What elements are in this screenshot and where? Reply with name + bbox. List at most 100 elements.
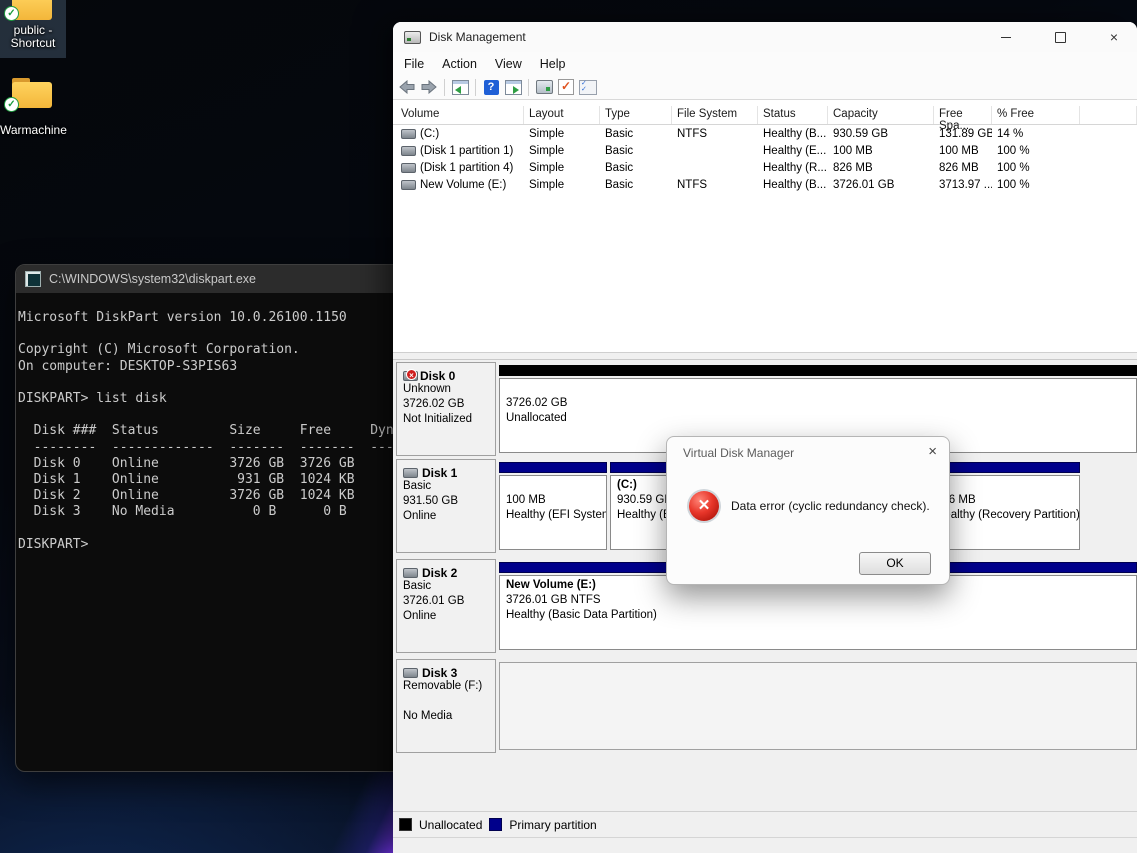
maximize-button[interactable] xyxy=(1037,22,1083,52)
cell-fs: NTFS xyxy=(672,128,758,140)
cell-type: Basic xyxy=(600,179,672,191)
primary-band xyxy=(929,462,1080,473)
close-button[interactable]: × xyxy=(1091,22,1137,52)
cell-capacity: 100 MB xyxy=(828,145,934,157)
pane-splitter[interactable] xyxy=(393,352,1137,360)
region-size: 100 MB xyxy=(506,494,606,509)
dm-title-bar[interactable]: Disk Management × xyxy=(393,22,1137,52)
forward-button[interactable] xyxy=(420,78,438,96)
disk-name: Disk 0 xyxy=(420,369,455,383)
status-bar xyxy=(393,837,1137,853)
table-row[interactable]: (C:) Simple Basic NTFS Healthy (B... 930… xyxy=(393,125,1137,142)
menu-action[interactable]: Action xyxy=(433,54,486,74)
disk-size xyxy=(403,695,495,710)
disk-status: No Media xyxy=(403,710,495,725)
icon-label: public - Shortcut xyxy=(0,24,66,50)
monitor-icon xyxy=(536,80,553,94)
col-free-space[interactable]: Free Spa... xyxy=(934,106,992,124)
cell-type: Basic xyxy=(600,128,672,140)
disk-status: Not Initialized xyxy=(403,413,495,428)
unallocated-legend-label: Unallocated xyxy=(419,818,482,832)
menu-help[interactable]: Help xyxy=(531,54,575,74)
cell-free: 3713.97 ... xyxy=(934,179,992,191)
table-row[interactable]: New Volume (E:) Simple Basic NTFS Health… xyxy=(393,176,1137,193)
cell-pct: 100 % xyxy=(992,162,1080,174)
region-name xyxy=(506,479,606,494)
disk-status: Online xyxy=(403,610,495,625)
no-media-region[interactable] xyxy=(499,662,1137,750)
desktop-icon-public-shortcut[interactable]: ✓ public - Shortcut xyxy=(0,0,66,58)
properties-button[interactable]: ✓✓ xyxy=(579,78,597,96)
disk1-panel[interactable]: Disk 1 Basic 931.50 GB Online xyxy=(396,459,496,553)
cell-layout: Simple xyxy=(524,128,600,140)
minimize-button[interactable] xyxy=(983,22,1029,52)
cell-free: 131.89 GB xyxy=(934,128,992,140)
region-status: Healthy (Recovery Partition) xyxy=(936,509,1079,524)
cell-pct: 100 % xyxy=(992,179,1080,191)
desktop-icon-warmachine[interactable]: ✓ Warmachine xyxy=(0,76,66,140)
menu-bar: File Action View Help xyxy=(393,52,1137,75)
cell-status: Healthy (E... xyxy=(758,145,828,157)
ok-button[interactable]: OK xyxy=(859,552,931,575)
toolbar-separator xyxy=(528,79,529,96)
col-status[interactable]: Status xyxy=(758,106,828,124)
unallocated-legend-swatch xyxy=(399,818,412,831)
col-file-system[interactable]: File System xyxy=(672,106,758,124)
dialog-title: Virtual Disk Manager xyxy=(683,446,794,460)
onedrive-synced-icon: ✓ xyxy=(4,97,19,112)
volume-icon xyxy=(401,129,416,139)
close-icon: × xyxy=(1110,30,1118,44)
col-volume[interactable]: Volume xyxy=(396,106,524,124)
show-action-pane-button[interactable] xyxy=(504,78,522,96)
region-name xyxy=(936,479,1079,494)
volume-list: Volume Layout Type File System Status Ca… xyxy=(393,100,1137,352)
help-button[interactable]: ? xyxy=(482,78,500,96)
console-tree-icon xyxy=(452,80,469,95)
console-icon xyxy=(25,271,41,287)
cell-status: Healthy (B... xyxy=(758,128,828,140)
toolbar: ? ✓ ✓✓ xyxy=(393,75,1137,100)
help-icon: ? xyxy=(484,80,499,95)
region-status: Healthy (Basic Data Partition) xyxy=(506,609,1136,624)
disk2-panel[interactable]: Disk 2 Basic 3726.01 GB Online xyxy=(396,559,496,653)
dialog-message: Data error (cyclic redundancy check). xyxy=(731,499,930,513)
table-row[interactable]: (Disk 1 partition 1) Simple Basic Health… xyxy=(393,142,1137,159)
graphical-view: × Disk 0 Unknown 3726.02 GB Not Initiali… xyxy=(393,360,1137,811)
cell-layout: Simple xyxy=(524,145,600,157)
disk0-panel[interactable]: × Disk 0 Unknown 3726.02 GB Not Initiali… xyxy=(396,362,496,456)
menu-file[interactable]: File xyxy=(395,54,433,74)
volume-icon xyxy=(401,163,416,173)
minimize-icon xyxy=(1001,37,1011,38)
cell-free: 826 MB xyxy=(934,162,992,174)
disk-size: 3726.01 GB xyxy=(403,595,495,610)
col-capacity[interactable]: Capacity xyxy=(828,106,934,124)
cell-capacity: 930.59 GB xyxy=(828,128,934,140)
disk-status: Online xyxy=(403,510,495,525)
volume-name: (Disk 1 partition 4) xyxy=(420,162,513,174)
efi-partition-region[interactable]: 100 MB Healthy (EFI System Partition) xyxy=(499,462,607,550)
col-type[interactable]: Type xyxy=(600,106,672,124)
refresh-disks-button[interactable] xyxy=(535,78,553,96)
col-pct-free[interactable]: % Free xyxy=(992,106,1080,124)
show-console-tree-button[interactable] xyxy=(451,78,469,96)
cell-fs: NTFS xyxy=(672,179,758,191)
cell-layout: Simple xyxy=(524,179,600,191)
disk-type: Unknown xyxy=(403,383,495,398)
col-layout[interactable]: Layout xyxy=(524,106,600,124)
toolbar-separator xyxy=(444,79,445,96)
table-row[interactable]: (Disk 1 partition 4) Simple Basic Health… xyxy=(393,159,1137,176)
disk-type: Removable (F:) xyxy=(403,680,495,695)
disk3-panel[interactable]: Disk 3 Removable (F:) No Media xyxy=(396,659,496,753)
check-task-button[interactable]: ✓ xyxy=(557,78,575,96)
action-pane-icon xyxy=(505,80,522,95)
disk-error-icon: × xyxy=(403,371,416,380)
volume-icon xyxy=(401,146,416,156)
cell-layout: Simple xyxy=(524,162,600,174)
disk-name: Disk 1 xyxy=(422,466,457,480)
menu-view[interactable]: View xyxy=(486,54,531,74)
recovery-partition-region[interactable]: 826 MB Healthy (Recovery Partition) xyxy=(929,462,1080,550)
dialog-close-button[interactable]: × xyxy=(928,443,937,460)
check-mark-icon: ✓ xyxy=(558,79,574,95)
back-button[interactable] xyxy=(398,78,416,96)
back-arrow-icon xyxy=(399,80,415,94)
